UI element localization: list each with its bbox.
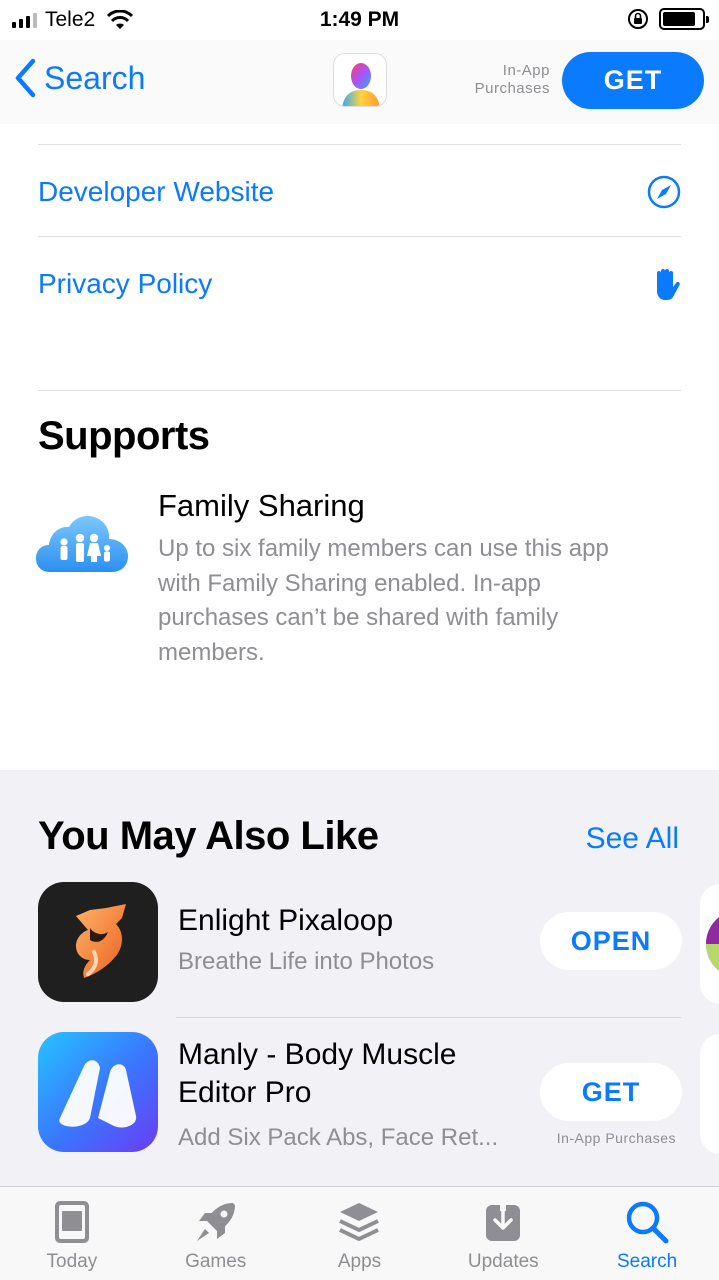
privacy-policy-link[interactable]: Privacy Policy <box>38 238 681 330</box>
privacy-policy-label: Privacy Policy <box>38 268 213 299</box>
compass-icon <box>647 175 681 209</box>
tab-updates[interactable]: Updates <box>431 1187 575 1280</box>
family-sharing-icon <box>36 516 128 572</box>
app-icon <box>333 53 387 107</box>
app-name-line2: Editor Pro <box>178 1076 312 1109</box>
next-app-card-peek[interactable] <box>700 884 719 1004</box>
tab-label: Today <box>46 1251 98 1272</box>
get-button[interactable]: GET <box>562 52 704 109</box>
tab-label: Games <box>185 1251 247 1272</box>
tab-label: Apps <box>337 1251 382 1272</box>
tab-search[interactable]: Search <box>575 1187 719 1280</box>
tab-label: Search <box>616 1251 678 1272</box>
you-may-also-like-section: You May Also Like See All Enlight Pixalo… <box>0 770 719 1186</box>
app-name: Enlight Pixaloop <box>178 904 394 937</box>
open-button[interactable]: OPEN <box>540 912 682 970</box>
app-name-line1: Manly - Body Muscle <box>178 1038 457 1071</box>
tab-label: Updates <box>467 1251 539 1272</box>
enlight-pixaloop-icon <box>38 882 158 1002</box>
app-row-manly[interactable]: Manly - Body Muscle Editor Pro Add Six P… <box>38 1032 682 1152</box>
divider <box>38 390 681 391</box>
today-icon <box>54 1201 89 1243</box>
back-label: Search <box>44 59 146 96</box>
in-app-purchases-label: In-App Purchases <box>475 62 550 98</box>
developer-website-link[interactable]: Developer Website <box>38 146 681 238</box>
nav-bar: Search In-App Purchases GET <box>0 40 719 124</box>
status-right <box>627 8 709 30</box>
get-button[interactable]: GET <box>540 1063 682 1121</box>
app-row-enlight-pixaloop[interactable]: Enlight Pixaloop Breathe Life into Photo… <box>38 882 682 1002</box>
manly-app-icon <box>38 1032 158 1152</box>
app-subtitle: Add Six Pack Abs, Face Ret... <box>178 1124 499 1151</box>
in-app-line1: In-App <box>502 62 550 79</box>
status-time: 1:49 PM <box>319 8 400 31</box>
developer-website-label: Developer Website <box>38 176 275 207</box>
divider <box>38 236 681 237</box>
tab-games[interactable]: Games <box>144 1187 288 1280</box>
divider <box>38 144 681 145</box>
status-bar: Tele2 1:49 PM <box>0 0 719 40</box>
back-button[interactable]: Search <box>14 58 145 98</box>
tab-today[interactable]: Today <box>0 1187 144 1280</box>
search-icon <box>626 1201 669 1244</box>
you-may-also-like-heading: You May Also Like <box>38 814 379 858</box>
divider <box>176 1017 681 1018</box>
rocket-icon <box>196 1203 235 1241</box>
next-app-card-peek[interactable] <box>700 1034 719 1154</box>
supports-heading: Supports <box>38 414 210 458</box>
tab-bar: Today Games Apps Updates Search <box>0 1186 719 1280</box>
download-icon <box>486 1201 521 1241</box>
hand-icon <box>657 269 680 300</box>
family-sharing-description: Up to six family members can use this ap… <box>158 535 609 666</box>
in-app-line2: Purchases <box>474 80 550 97</box>
in-app-purchases-label: In-App Purchases <box>556 1130 676 1146</box>
chevron-left-icon <box>15 58 36 98</box>
layers-icon <box>339 1203 380 1241</box>
orientation-lock-icon <box>628 9 648 29</box>
app-subtitle: Breathe Life into Photos <box>178 948 435 975</box>
family-sharing-title: Family Sharing <box>158 488 365 523</box>
see-all-link[interactable]: See All <box>586 822 679 856</box>
tab-apps[interactable]: Apps <box>288 1187 432 1280</box>
battery-icon <box>659 8 709 30</box>
